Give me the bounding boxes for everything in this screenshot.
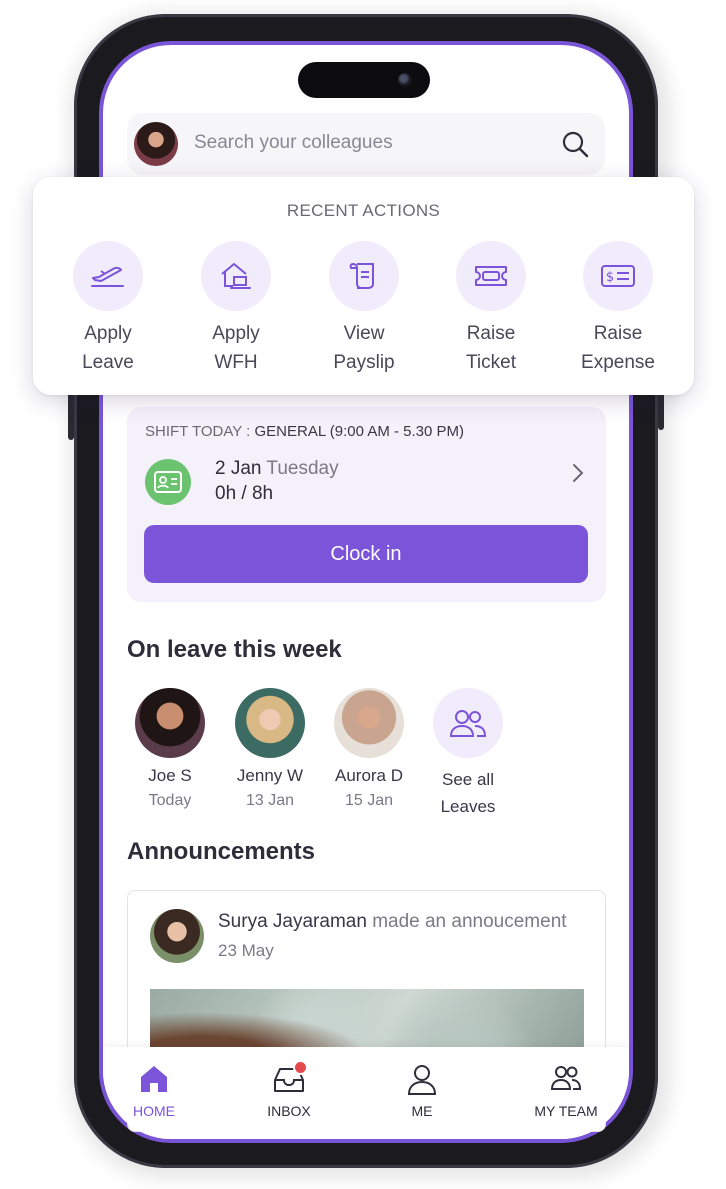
- shift-day: Tuesday: [266, 458, 339, 479]
- id-card-icon: [145, 459, 191, 505]
- leave-person-date: Today: [148, 792, 192, 809]
- nav-my-team[interactable]: MY TEAM: [511, 1062, 621, 1119]
- chevron-right-icon[interactable]: [572, 463, 584, 483]
- nav-home-label: HOME: [133, 1103, 175, 1119]
- see-all-leaves-label: See all Leaves: [440, 770, 496, 816]
- nav-me[interactable]: ME: [367, 1062, 477, 1119]
- apply-leave-label: Apply Leave: [82, 323, 134, 373]
- leave-person-name: Jenny W: [236, 766, 304, 785]
- announcement-author: Surya Jayaraman made an annoucement: [218, 911, 567, 933]
- home-laptop-icon: [201, 241, 271, 311]
- notification-dot: [293, 1060, 308, 1075]
- leave-person-date: 13 Jan: [245, 792, 295, 809]
- recent-actions-panel: RECENT ACTIONS Apply Leave Apply WFH Vie…: [33, 177, 694, 395]
- avatar: [235, 688, 305, 758]
- announcement-date: 23 May: [218, 941, 274, 960]
- apply-wfh-label: Apply WFH: [212, 323, 260, 373]
- nav-inbox[interactable]: INBOX: [234, 1060, 344, 1119]
- people-icon: [549, 1062, 583, 1096]
- recent-actions-title: RECENT ACTIONS: [286, 201, 441, 220]
- shift-hours: 0h / 8h: [215, 483, 274, 504]
- home-icon: [137, 1062, 171, 1096]
- view-payslip-action[interactable]: View Payslip: [299, 241, 429, 377]
- shift-date: 2 Jan Tuesday: [215, 458, 339, 480]
- user-avatar[interactable]: [134, 122, 178, 166]
- shift-header: SHIFT TODAY : GENERAL (9:00 AM - 5.30 PM…: [145, 423, 464, 440]
- nav-home[interactable]: HOME: [99, 1062, 209, 1119]
- camera-icon: [398, 73, 412, 87]
- search-icon[interactable]: [561, 130, 589, 158]
- leave-person-date: 15 Jan: [344, 792, 394, 809]
- avatar: [334, 688, 404, 758]
- leave-person-aurora[interactable]: Aurora D 15 Jan: [319, 688, 419, 810]
- plane-takeoff-icon: [73, 241, 143, 311]
- avatar: [150, 909, 204, 963]
- leave-person-joe[interactable]: Joe S Today: [120, 688, 220, 810]
- apply-wfh-action[interactable]: Apply WFH: [171, 241, 301, 377]
- nav-my-team-label: MY TEAM: [534, 1103, 598, 1119]
- search-input[interactable]: Search your colleagues: [194, 132, 393, 154]
- shift-date-value: 2 Jan: [215, 458, 262, 479]
- announcements-title: Announcements: [127, 838, 316, 865]
- announcement-action: made an annoucement: [372, 911, 567, 932]
- inbox-icon: [272, 1060, 308, 1096]
- clock-in-button[interactable]: Clock in: [144, 525, 588, 583]
- shift-card: SHIFT TODAY : GENERAL (9:00 AM - 5.30 PM…: [127, 407, 606, 602]
- avatar: [135, 688, 205, 758]
- svg-text:$: $: [606, 270, 614, 285]
- nav-me-label: ME: [411, 1103, 433, 1119]
- leave-person-name: Joe S: [148, 766, 192, 785]
- leave-person-jenny[interactable]: Jenny W 13 Jan: [220, 688, 320, 810]
- apply-leave-action[interactable]: Apply Leave: [43, 241, 173, 377]
- on-leave-title: On leave this week: [127, 636, 342, 663]
- ticket-icon: [456, 241, 526, 311]
- see-all-leaves-button[interactable]: See all Leaves: [418, 688, 518, 820]
- person-icon: [405, 1062, 439, 1096]
- leave-person-name: Aurora D: [334, 766, 404, 785]
- people-icon: [433, 688, 503, 758]
- raise-expense-label: Raise Expense: [581, 323, 655, 373]
- raise-expense-action[interactable]: $ Raise Expense: [553, 241, 683, 377]
- raise-ticket-action[interactable]: Raise Ticket: [426, 241, 556, 377]
- raise-ticket-label: Raise Ticket: [466, 323, 516, 373]
- scroll-icon: [329, 241, 399, 311]
- search-bar[interactable]: Search your colleagues: [127, 113, 605, 175]
- shift-name: GENERAL (9:00 AM - 5.30 PM): [254, 423, 465, 440]
- view-payslip-label: View Payslip: [333, 323, 395, 373]
- nav-inbox-label: INBOX: [267, 1103, 311, 1119]
- author-name: Surya Jayaraman: [218, 911, 367, 932]
- cash-icon: $: [583, 241, 653, 311]
- shift-label: SHIFT TODAY :: [145, 423, 251, 440]
